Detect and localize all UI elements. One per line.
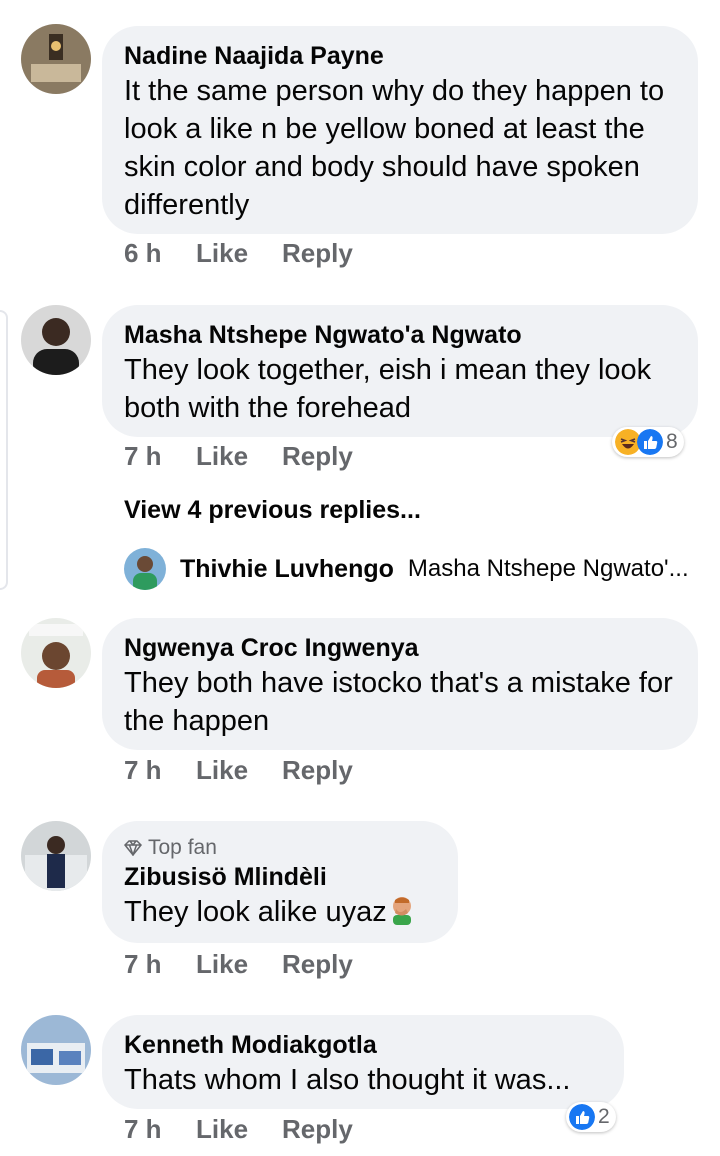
comment-bubble: Top fan Zibusisö Mlindèli They look alik… (102, 821, 458, 943)
comment-text: It the same person why do they happen to… (124, 75, 665, 221)
comment-actions: 7 h Like Reply (124, 949, 353, 980)
comment-text: They look alike uyaz (124, 893, 436, 931)
reply-button[interactable]: Reply (282, 949, 353, 980)
comment-bubble: Ngwenya Croc Ingwenya They both have ist… (102, 618, 698, 750)
reply-button[interactable]: Reply (282, 1114, 353, 1145)
comment-timestamp[interactable]: 7 h (124, 1114, 196, 1145)
comment-text: Thats whom I also thought it was... (124, 1064, 571, 1096)
commenter-name[interactable]: Ngwenya Croc Ingwenya (124, 632, 676, 664)
reaction-count: 2 (598, 1105, 610, 1128)
comment-text-content: They look alike uyaz (124, 896, 387, 928)
reaction-summary[interactable]: 2 (566, 1102, 616, 1132)
avatar[interactable] (21, 618, 91, 688)
avatar[interactable] (124, 548, 166, 590)
comment-timestamp[interactable]: 7 h (124, 441, 196, 472)
comment-bubble: Nadine Naajida Payne It the same person … (102, 26, 698, 234)
like-reaction-icon (637, 429, 663, 455)
like-reaction-icon (569, 1104, 595, 1130)
top-fan-label: Top fan (148, 836, 217, 859)
avatar[interactable] (21, 305, 91, 375)
comment-actions: 7 h Like Reply (124, 441, 353, 472)
top-fan-badge: Top fan (124, 835, 436, 861)
avatar[interactable] (21, 24, 91, 94)
comment-bubble: Masha Ntshepe Ngwato'a Ngwato They look … (102, 305, 698, 437)
reply-preview[interactable]: Thivhie Luvhengo Masha Ntshepe Ngwato'..… (124, 548, 689, 590)
commenter-name[interactable]: Masha Ntshepe Ngwato'a Ngwato (124, 319, 676, 351)
reply-button[interactable]: Reply (282, 238, 353, 269)
like-button[interactable]: Like (196, 238, 282, 269)
comment-timestamp[interactable]: 6 h (124, 238, 196, 269)
like-button[interactable]: Like (196, 1114, 282, 1145)
like-button[interactable]: Like (196, 755, 282, 786)
diamond-icon (124, 840, 142, 856)
commenter-name[interactable]: Kenneth Modiakgotla (124, 1029, 602, 1061)
reaction-summary[interactable]: 8 (612, 427, 684, 457)
commenter-name[interactable]: Nadine Naajida Payne (124, 40, 676, 72)
view-previous-replies-link[interactable]: View 4 previous replies... (124, 496, 421, 525)
facepalm-emoji-icon (392, 897, 411, 925)
thread-connector-line (0, 310, 8, 590)
reply-preview-text: Masha Ntshepe Ngwato'... (407, 555, 689, 582)
comment-actions: 6 h Like Reply (124, 238, 353, 269)
reaction-count: 8 (666, 430, 678, 453)
reply-button[interactable]: Reply (282, 441, 353, 472)
comment-timestamp[interactable]: 7 h (124, 755, 196, 786)
reply-author-name[interactable]: Thivhie Luvhengo (180, 555, 394, 584)
comment-bubble: Kenneth Modiakgotla Thats whom I also th… (102, 1015, 624, 1109)
like-button[interactable]: Like (196, 949, 282, 980)
like-button[interactable]: Like (196, 441, 282, 472)
avatar[interactable] (21, 1015, 91, 1085)
comment-text: They look together, eish i mean they loo… (124, 354, 652, 424)
reply-button[interactable]: Reply (282, 755, 353, 786)
comment-actions: 7 h Like Reply (124, 1114, 353, 1145)
avatar[interactable] (21, 821, 91, 891)
commenter-name[interactable]: Zibusisö Mlindèli (124, 861, 436, 893)
comment-timestamp[interactable]: 7 h (124, 949, 196, 980)
comment-text: They both have istocko that's a mistake … (124, 667, 673, 737)
comment-actions: 7 h Like Reply (124, 755, 353, 786)
